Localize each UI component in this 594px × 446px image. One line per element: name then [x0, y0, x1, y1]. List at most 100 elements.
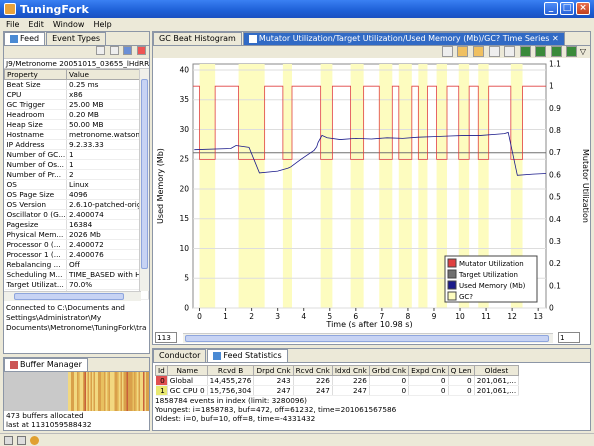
play-icon[interactable]: [566, 46, 578, 57]
property-row[interactable]: OS Linux: [4, 179, 149, 190]
pause-icon[interactable]: [550, 46, 562, 57]
menu-help[interactable]: Help: [93, 20, 111, 29]
gc-interval: [398, 64, 412, 308]
property-row[interactable]: Oscillator 0 (G... 2.400074: [4, 209, 149, 220]
tab-gc-beat-histogram[interactable]: GC Beat Histogram: [153, 32, 242, 45]
y-tick-label: 40: [179, 65, 189, 74]
tab-feed-statistics[interactable]: Feed Statistics: [207, 349, 288, 362]
property-row[interactable]: Target Utilizat... 70.0%: [4, 279, 149, 290]
table-row[interactable]: 0 Global 14,455,276 243 226 226 0 0 0 201,061,...: [155, 375, 520, 386]
range-left-spinner[interactable]: 113: [155, 332, 177, 343]
y-tick-label: 25: [179, 155, 189, 164]
property-row[interactable]: Processor 1 (... 2.400076: [4, 249, 149, 260]
x-axis-label: Time (s after 10.98 s): [325, 320, 412, 328]
property-row[interactable]: GC Trigger 25.00 MB: [4, 99, 149, 110]
property-name: Number of Pr...: [4, 169, 67, 180]
property-row[interactable]: Beat Size 0.25 ms: [4, 79, 149, 90]
property-row[interactable]: Physical Mem... 2026 Mb: [4, 229, 149, 240]
gear-icon[interactable]: [30, 436, 39, 445]
buffer-cell: [146, 372, 148, 411]
column-header[interactable]: Expd Cnk: [408, 365, 449, 376]
buffer-cell: [93, 372, 95, 411]
stop-icon[interactable]: [519, 46, 531, 57]
save-icon[interactable]: [123, 46, 133, 55]
table-cell: Global: [167, 375, 208, 386]
marker2-icon[interactable]: [473, 46, 485, 57]
property-row[interactable]: Number of Pr... 2: [4, 169, 149, 180]
column-header[interactable]: Drpd Cnk: [253, 365, 294, 376]
step-back-icon[interactable]: [535, 46, 547, 57]
property-row[interactable]: OS Page Size 4096: [4, 189, 149, 200]
gc-interval: [238, 64, 265, 308]
tab-conductor[interactable]: Conductor: [153, 349, 207, 362]
zoom-in-icon[interactable]: [441, 46, 453, 57]
column-header[interactable]: Grbd Cnk: [368, 365, 410, 376]
gc-interval: [379, 64, 393, 308]
perspective-icon[interactable]: [17, 436, 26, 445]
tab-time-series[interactable]: Mutator Utilization/Target Utilization/U…: [242, 32, 565, 45]
table-cell: 247: [293, 385, 333, 396]
property-row[interactable]: Number of GC... 1: [4, 149, 149, 160]
property-row[interactable]: CPU x86: [4, 89, 149, 100]
property-value: 2.400074: [66, 209, 149, 220]
property-row[interactable]: Heap Size 50.00 MB: [4, 119, 149, 130]
tab-event-types[interactable]: Event Types: [46, 32, 107, 45]
property-scrollbar[interactable]: [139, 69, 149, 291]
menu-edit[interactable]: Edit: [28, 20, 44, 29]
view-menu-icon[interactable]: ▽: [580, 47, 586, 56]
buffer-cell: [96, 372, 98, 411]
menu-file[interactable]: File: [6, 20, 19, 29]
marker-icon[interactable]: [457, 46, 469, 57]
column-header[interactable]: Idxd Cnk: [331, 365, 370, 376]
property-row[interactable]: Pagesize 16384: [4, 219, 149, 230]
range-right-spinner[interactable]: 1: [558, 332, 580, 343]
property-row[interactable]: IP Address 9.2.33.33: [4, 139, 149, 150]
minimize-button[interactable]: _: [544, 2, 558, 15]
column-header[interactable]: Id: [155, 365, 168, 376]
property-row[interactable]: Number of Os... 1: [4, 159, 149, 170]
gc-interval: [199, 64, 216, 308]
new-feed-icon[interactable]: [96, 46, 105, 55]
table-row[interactable]: 1 GC CPU 0 15,756,304 247 247 247 0 0 0 201,061,.…: [155, 385, 520, 396]
fast-view-icon[interactable]: [4, 436, 13, 445]
column-header[interactable]: Rcvd B: [206, 365, 255, 376]
property-header[interactable]: Property: [4, 69, 67, 80]
gc-interval: [282, 64, 292, 308]
property-value: 2.6.10-patched-orig: [66, 199, 149, 210]
property-row[interactable]: Scheduling M... TIME_BASED with H: [4, 269, 149, 280]
time-series-chart[interactable]: 051015202530354000.10.20.30.40.50.60.70.…: [153, 58, 590, 329]
property-row[interactable]: Rebalancing ... Off: [4, 259, 149, 270]
chart-scroll-thumb[interactable]: [185, 335, 549, 342]
value-header[interactable]: Value: [66, 69, 149, 80]
column-header[interactable]: Rcvd Cnk: [292, 365, 333, 376]
table-cell: 0: [408, 375, 449, 386]
buffer-cell: [98, 372, 100, 411]
maximize-button[interactable]: □: [560, 2, 574, 15]
property-row[interactable]: OS Version 2.6.10-patched-orig: [4, 199, 149, 210]
hscroll-thumb[interactable]: [14, 293, 124, 300]
zoom-out-icon[interactable]: [504, 46, 516, 57]
property-row[interactable]: Headroom 0.20 MB: [4, 109, 149, 120]
chart-hscrollbar[interactable]: [183, 333, 553, 343]
open-feed-icon[interactable]: [109, 46, 119, 55]
buffer-cell: [89, 372, 91, 411]
property-row[interactable]: Processor 0 (... 2.400072: [4, 239, 149, 250]
property-hscrollbar[interactable]: [4, 291, 141, 301]
x-tick-label: 3: [275, 312, 280, 321]
column-header[interactable]: Oldest: [473, 365, 520, 376]
close-tab-icon[interactable]: ✕: [552, 34, 559, 43]
property-value: 50.00 MB: [66, 119, 149, 130]
column-header[interactable]: Name: [166, 365, 208, 376]
close-button[interactable]: ×: [576, 2, 590, 15]
tab-buffer-manager[interactable]: Buffer Manager: [4, 358, 88, 371]
y2-tick-label: 0.9: [549, 104, 561, 113]
column-header[interactable]: Q Len: [447, 365, 475, 376]
fit-icon[interactable]: [488, 46, 500, 57]
x-tick-label: 10: [455, 312, 465, 321]
tab-feed[interactable]: Feed: [4, 32, 46, 45]
property-row[interactable]: Hostname metronome.watson.: [4, 129, 149, 140]
menu-window[interactable]: Window: [53, 20, 85, 29]
disconnect-icon[interactable]: [136, 46, 146, 55]
buffer-cell: [71, 372, 73, 411]
scroll-thumb[interactable]: [141, 79, 148, 269]
